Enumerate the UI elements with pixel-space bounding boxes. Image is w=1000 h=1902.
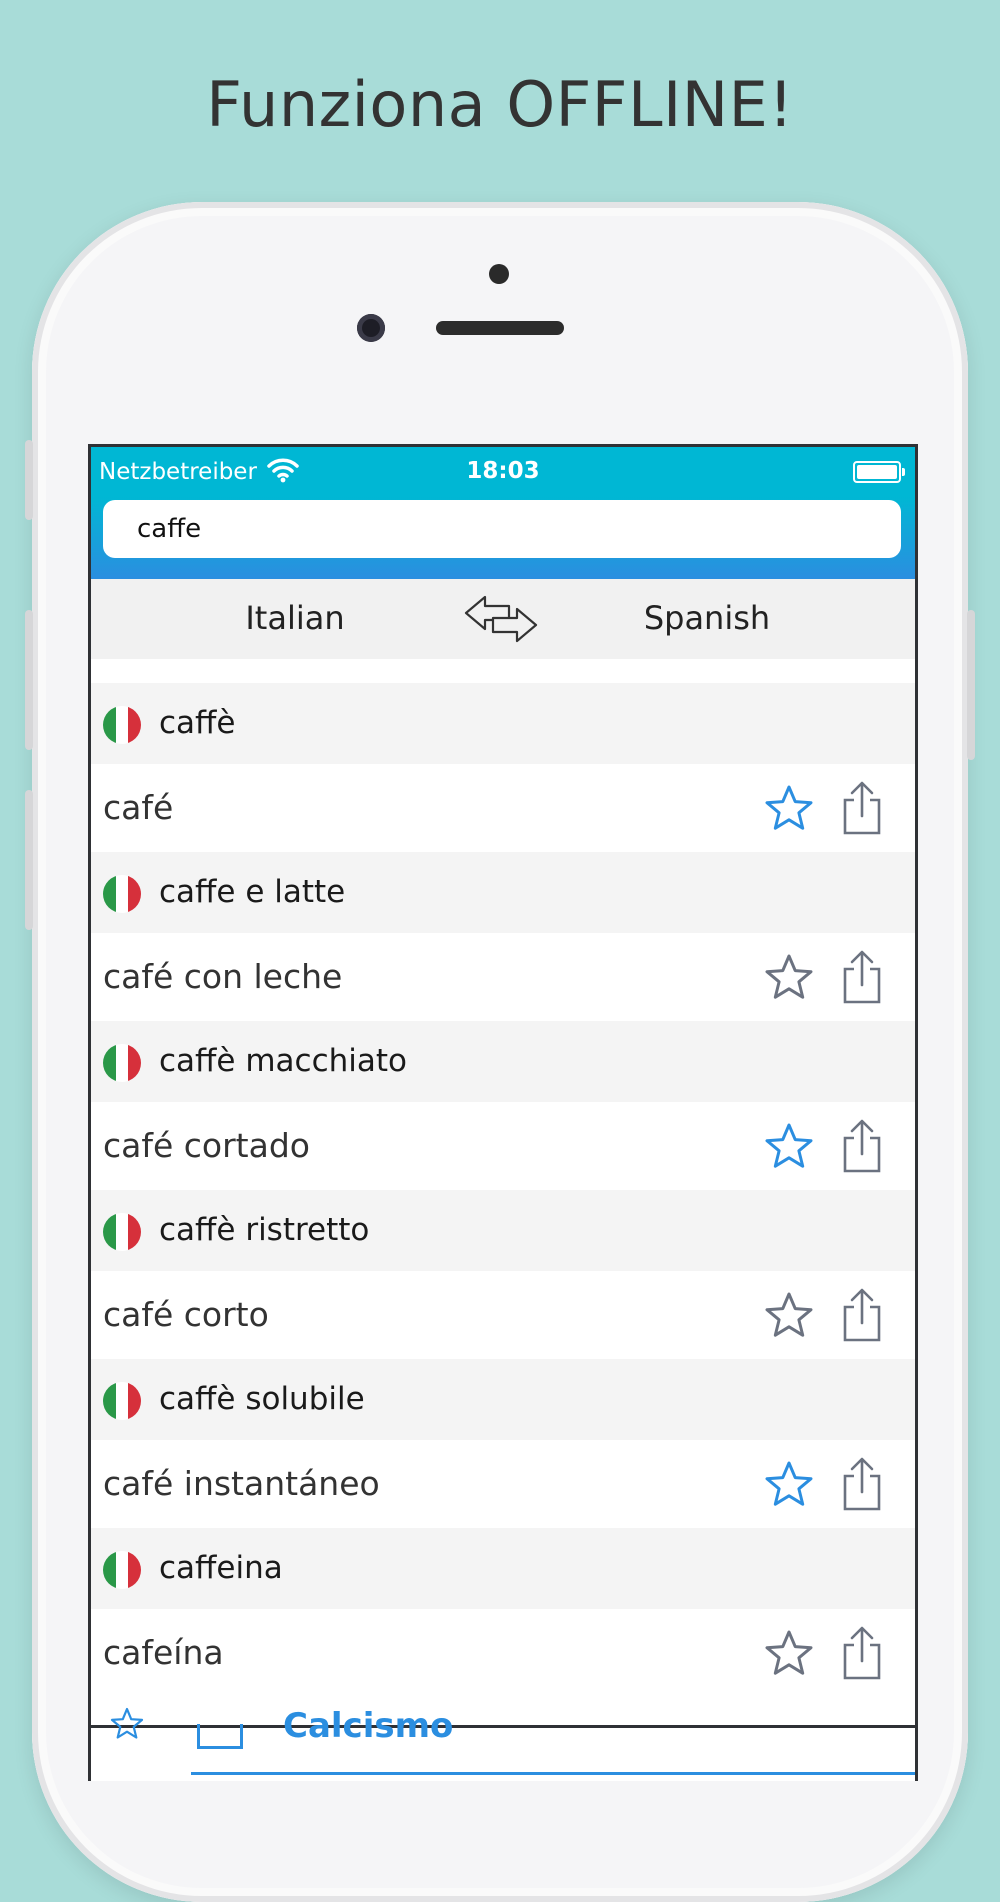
history-tab-icon[interactable] bbox=[197, 1724, 243, 1749]
share-icon[interactable] bbox=[839, 1625, 885, 1681]
source-term-row[interactable]: caffè bbox=[91, 683, 915, 764]
source-term-row[interactable]: caffè solubile bbox=[91, 1359, 915, 1440]
translation-term: café con leche bbox=[103, 957, 343, 996]
source-term-row[interactable]: caffe e latte bbox=[91, 852, 915, 933]
translation-row[interactable]: café instantáneo bbox=[91, 1440, 915, 1528]
source-term: caffè solubile bbox=[159, 1381, 365, 1417]
share-icon[interactable] bbox=[839, 1118, 885, 1174]
source-term-row[interactable]: caffè macchiato bbox=[91, 1021, 915, 1102]
front-camera bbox=[357, 314, 385, 342]
search-bar bbox=[91, 497, 915, 579]
results-list: caffè café caffe e latte café con leche caff… bbox=[91, 683, 915, 1697]
source-term: caffè bbox=[159, 705, 236, 741]
italy-flag-icon bbox=[103, 1213, 141, 1251]
source-term: caffeina bbox=[159, 1550, 283, 1586]
star-icon[interactable] bbox=[763, 782, 815, 834]
translation-row[interactable]: café cortado bbox=[91, 1102, 915, 1190]
share-icon[interactable] bbox=[839, 780, 885, 836]
translation-term: café bbox=[103, 788, 174, 827]
star-icon[interactable] bbox=[763, 1120, 815, 1172]
earpiece-speaker bbox=[436, 321, 564, 335]
source-term: caffè macchiato bbox=[159, 1043, 407, 1079]
translation-term: cafeína bbox=[103, 1633, 224, 1672]
translation-row[interactable]: café corto bbox=[91, 1271, 915, 1359]
power-button bbox=[967, 610, 975, 760]
source-term: caffè ristretto bbox=[159, 1212, 370, 1248]
favorites-tab-icon[interactable] bbox=[109, 1706, 145, 1742]
italy-flag-icon bbox=[103, 875, 141, 913]
source-term: caffe e latte bbox=[159, 874, 346, 910]
mute-switch bbox=[25, 440, 33, 520]
source-term-row[interactable]: caffè ristretto bbox=[91, 1190, 915, 1271]
translation-term: café instantáneo bbox=[103, 1464, 380, 1503]
translation-term: café corto bbox=[103, 1295, 269, 1334]
star-icon[interactable] bbox=[763, 1627, 815, 1679]
volume-up-button bbox=[25, 610, 33, 750]
translation-term: café cortado bbox=[103, 1126, 310, 1165]
status-bar: Netzbetreiber 18:03 bbox=[91, 447, 915, 497]
source-term-row[interactable]: caffeina bbox=[91, 1528, 915, 1609]
source-language-button[interactable]: Italian bbox=[91, 599, 499, 637]
italy-flag-icon bbox=[103, 1044, 141, 1082]
headline: Funziona OFFLINE! bbox=[206, 68, 794, 141]
app-screen: Netzbetreiber 18:03 Italian Spanish caff… bbox=[88, 444, 918, 1781]
star-icon[interactable] bbox=[763, 1458, 815, 1510]
language-selector: Italian Spanish bbox=[91, 579, 915, 659]
star-icon[interactable] bbox=[763, 951, 815, 1003]
status-time: 18:03 bbox=[466, 458, 540, 484]
translation-row[interactable]: café con leche bbox=[91, 933, 915, 1021]
share-icon[interactable] bbox=[839, 1456, 885, 1512]
star-icon[interactable] bbox=[763, 1289, 815, 1341]
translation-row[interactable]: cafeína bbox=[91, 1609, 915, 1697]
share-icon[interactable] bbox=[839, 1287, 885, 1343]
proximity-sensor bbox=[489, 264, 509, 284]
target-language-button[interactable]: Spanish bbox=[499, 599, 915, 637]
tab-bar-label: Calcismo bbox=[283, 1706, 454, 1746]
italy-flag-icon bbox=[103, 1382, 141, 1420]
italy-flag-icon bbox=[103, 706, 141, 744]
tab-indicator bbox=[191, 1772, 915, 1775]
tab-bar: Calcismo bbox=[91, 1706, 915, 1781]
search-input[interactable] bbox=[103, 500, 901, 558]
translation-row[interactable]: café bbox=[91, 764, 915, 852]
battery-icon bbox=[853, 461, 905, 483]
italy-flag-icon bbox=[103, 1551, 141, 1589]
volume-down-button bbox=[25, 790, 33, 930]
share-icon[interactable] bbox=[839, 949, 885, 1005]
